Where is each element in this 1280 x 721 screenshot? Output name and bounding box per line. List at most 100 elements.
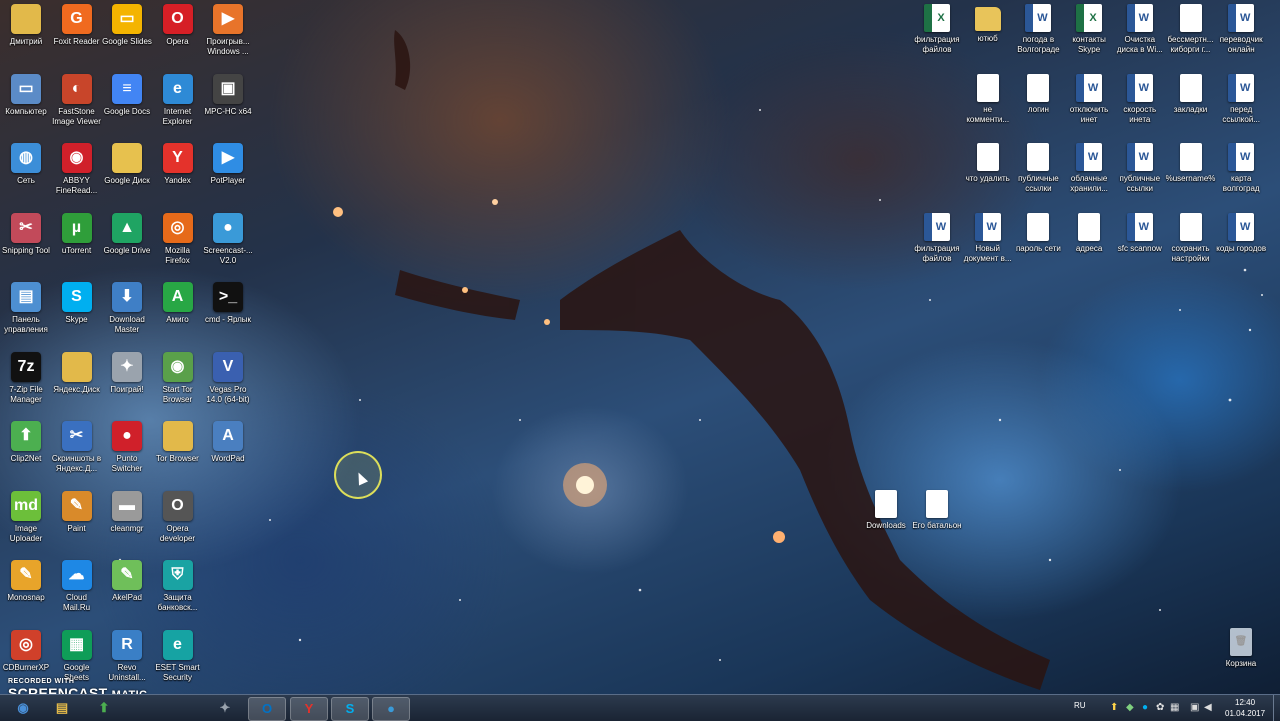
desktop-file[interactable]: Wоблачные хранили...: [1064, 143, 1114, 211]
desktop-shortcut[interactable]: ⬇ Download Master: [102, 282, 152, 350]
desktop-shortcut[interactable]: 7z 7-Zip File Manager: [1, 351, 51, 420]
taskbar-start-orb-button[interactable]: ◉: [5, 697, 41, 719]
desktop-file[interactable]: закладки: [1166, 73, 1216, 142]
desktop-shortcut[interactable]: Дмитрий: [1, 4, 51, 72]
desktop-shortcut[interactable]: ▭ Google Slides: [102, 4, 152, 72]
desktop-shortcut[interactable]: e Internet Explorer: [153, 73, 203, 142]
desktop-file[interactable]: Xфильтрация файлов: [912, 4, 962, 72]
desktop-shortcut[interactable]: A Амиго: [153, 282, 203, 350]
desktop-file[interactable]: Wперед ссылкой...: [1216, 73, 1266, 142]
tray-shield-icon[interactable]: ◆: [1126, 702, 1134, 713]
tray-upload-icon[interactable]: ⬆: [1110, 702, 1118, 713]
desktop-file[interactable]: не комменти...: [963, 73, 1013, 142]
desktop-shortcut[interactable]: ✂ Скриншоты в Яндекс.Д...: [52, 421, 102, 489]
desktop-shortcut[interactable]: ▶ Проигрыв... Windows ...: [203, 4, 253, 72]
shortcut-label: Сеть: [17, 176, 35, 185]
recycle-bin[interactable]: 🗑 Корзина: [1216, 628, 1266, 696]
desktop-file[interactable]: Wкоды городов: [1216, 212, 1266, 281]
desktop-file[interactable]: сохранить настройки: [1166, 212, 1216, 281]
desktop-shortcut[interactable]: Tor Browser: [153, 421, 203, 489]
desktop-shortcut[interactable]: S Skype: [52, 282, 102, 350]
desktop-shortcut[interactable]: G Foxit Reader: [52, 4, 102, 72]
desktop-file[interactable]: W Новый документ в...: [963, 212, 1013, 281]
desktop-file[interactable]: Wsfc scannow: [1115, 212, 1165, 281]
desktop-file[interactable]: Wфильтрация файлов: [912, 212, 962, 281]
desktop-shortcut[interactable]: ✎ Paint: [52, 490, 102, 559]
tray-skype-icon[interactable]: ●: [1142, 702, 1148, 713]
desktop-file[interactable]: Wскорость инета: [1115, 73, 1165, 142]
desktop-file[interactable]: Wпереводчик онлайн: [1216, 4, 1266, 72]
desktop-shortcut[interactable]: ● Punto Switcher: [102, 421, 152, 489]
desktop-shortcut[interactable]: ▤ Панель управления: [1, 282, 51, 350]
desktop-shortcut[interactable]: md Image Uploader: [1, 490, 51, 559]
language-indicator[interactable]: RU: [1074, 701, 1086, 710]
desktop-shortcut[interactable]: ▬ cleanmgr: [102, 490, 152, 559]
desktop-folder[interactable]: ютюб: [963, 4, 1013, 72]
desktop-file[interactable]: W Очистка диска в Wi...: [1115, 4, 1165, 72]
tray-yandex-disk-icon[interactable]: ✿: [1156, 702, 1164, 713]
desktop-shortcut[interactable]: ≡ Google Docs: [102, 73, 152, 142]
taskbar-yandex-browser-button[interactable]: Y: [290, 697, 328, 721]
desktop-shortcut[interactable]: V Vegas Pro 14.0 (64-bit): [203, 351, 253, 420]
taskbar-clip2net-button[interactable]: ⬆: [86, 697, 122, 719]
clock-date[interactable]: 01.04.2017: [1225, 709, 1265, 718]
desktop-shortcut[interactable]: ◉ ABBYY FineRead...: [52, 143, 102, 211]
desktop-file[interactable]: Xконтакты Skype: [1064, 4, 1114, 72]
desktop-shortcut[interactable]: Google Диск: [102, 143, 152, 211]
taskbar-gamepad-button[interactable]: ✦: [207, 697, 243, 719]
desktop-shortcut[interactable]: ⛨ Защита банковск...: [153, 560, 203, 628]
shortcut-label: Screencast-... V2.0: [203, 245, 253, 265]
taskbar-screencast-button[interactable]: ●: [372, 697, 410, 721]
desktop-shortcut[interactable]: ▶ PotPlayer: [203, 143, 253, 211]
desktop-shortcut[interactable]: ⬆ Clip2Net: [1, 421, 51, 489]
taskbar-skype-button[interactable]: S: [331, 697, 369, 721]
desktop-shortcut[interactable]: ✎ Monosnap: [1, 560, 51, 628]
desktop-file[interactable]: Его батальон: [912, 490, 962, 558]
desktop-shortcut[interactable]: Y Yandex: [153, 143, 203, 211]
yandex-browser-icon: Y: [162, 143, 193, 173]
desktop-shortcut[interactable]: ▣ MPC-HC x64: [203, 73, 253, 142]
taskbar-outlook-button[interactable]: O: [248, 697, 286, 721]
desktop-shortcut[interactable]: ● Screencast-... V2.0: [203, 212, 253, 281]
desktop-shortcut[interactable]: ◐ FastStone Image Viewer: [52, 73, 102, 142]
desktop-shortcut[interactable]: >_ cmd - Ярлык: [203, 282, 253, 350]
desktop-file[interactable]: %username%: [1166, 143, 1216, 211]
desktop-shortcut[interactable]: ▭ Компьютер: [1, 73, 51, 142]
file-label: что удалить: [965, 174, 1010, 183]
file-label: пароль сети: [1015, 243, 1061, 253]
tray-flag-icon[interactable]: ▦: [1170, 702, 1179, 713]
desktop-shortcut[interactable]: ✂ Snipping Tool: [1, 212, 51, 281]
desktop-file[interactable]: что удалить: [963, 143, 1013, 211]
desktop-file[interactable]: Wпубличные ссылки: [1115, 143, 1165, 211]
word-document-icon: W: [1228, 212, 1255, 241]
desktop-file[interactable]: адреса: [1064, 212, 1114, 281]
desktop-shortcut[interactable]: µ uTorrent: [52, 212, 102, 281]
desktop-shortcut[interactable]: ◎ Mozilla Firefox: [153, 212, 203, 281]
desktop-shortcut[interactable]: ✦ Поиграй!: [102, 351, 152, 420]
desktop-file[interactable]: бессмертн... киборги г...: [1166, 4, 1216, 72]
clock-time[interactable]: 12:40: [1235, 698, 1255, 707]
desktop-file[interactable]: логин: [1013, 73, 1063, 142]
desktop-shortcut[interactable]: O Opera developer: [153, 490, 203, 559]
desktop-file[interactable]: Downloads: [861, 490, 911, 558]
desktop-shortcut[interactable]: ▲ Google Drive: [102, 212, 152, 281]
desktop-shortcut[interactable]: O Opera: [153, 4, 203, 72]
show-desktop-button[interactable]: [1273, 695, 1280, 721]
desktop-shortcut[interactable]: ✎ AkelPad: [102, 560, 152, 628]
taskbar-explorer-button[interactable]: ▤: [44, 697, 80, 719]
shortcut-label: Punto Switcher: [111, 454, 143, 473]
file-label: публичные ссылки: [1018, 174, 1059, 193]
desktop-shortcut[interactable]: ◉ Start Tor Browser: [153, 351, 203, 420]
desktop-shortcut[interactable]: ☁ Cloud Mail.Ru: [52, 560, 102, 628]
desktop-shortcut[interactable]: A WordPad: [203, 421, 253, 489]
desktop-file[interactable]: Wкарта волгоград: [1216, 143, 1266, 211]
tray-volume-icon[interactable]: ◀: [1204, 702, 1212, 713]
desktop-shortcut[interactable]: e ESET Smart Security: [153, 629, 203, 698]
tray-network-icon[interactable]: ▣: [1190, 702, 1199, 713]
desktop-file[interactable]: пароль сети: [1013, 212, 1063, 281]
desktop-file[interactable]: публичные ссылки: [1013, 143, 1063, 211]
desktop-shortcut[interactable]: ◍ Сеть: [1, 143, 51, 211]
desktop-file[interactable]: Wпогода в Волгограде: [1013, 4, 1063, 72]
desktop-shortcut[interactable]: Яндекс.Диск: [52, 351, 102, 420]
desktop-file[interactable]: Wотключить инет: [1064, 73, 1114, 142]
